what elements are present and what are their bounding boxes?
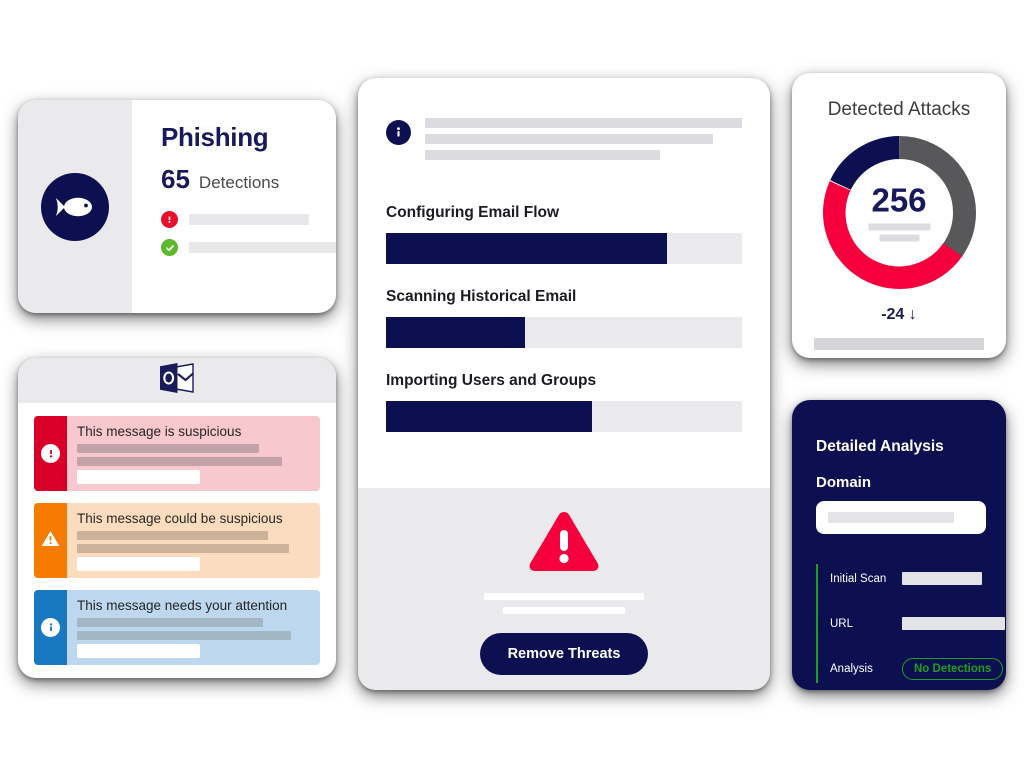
message-content: This message needs your attention	[67, 590, 320, 665]
setup-progress-panel: Configuring Email Flow Scanning Historic…	[358, 78, 770, 690]
analysis-row: Initial Scan	[830, 564, 1006, 593]
info-notice	[386, 116, 742, 166]
domain-input[interactable]	[816, 501, 986, 534]
detected-attacks-card: Detected Attacks 256 -24 ↓	[792, 73, 1006, 358]
analysis-rows: Initial Scan URL Analysis No Detections	[816, 564, 1006, 683]
domain-label: Domain	[816, 474, 872, 491]
progress-label: Configuring Email Flow	[386, 204, 560, 221]
detection-count-row: 65 Detections	[161, 164, 336, 195]
message-placeholder-line	[77, 544, 290, 553]
progress-fill	[386, 401, 593, 432]
info-badge-icon	[386, 120, 411, 145]
progress-label: Scanning Historical Email	[386, 288, 577, 305]
threat-placeholder-line	[484, 593, 644, 600]
outlook-logo-icon	[160, 363, 194, 398]
analysis-row-label: Analysis	[830, 662, 873, 675]
phishing-stat-bar	[189, 242, 336, 253]
message-action-button[interactable]	[77, 470, 201, 484]
phishing-summary-card: Phishing 65 Detections	[18, 100, 336, 313]
donut-placeholder-line	[868, 223, 930, 231]
message-title: This message needs your attention	[77, 598, 288, 613]
message-action-button[interactable]	[77, 557, 201, 571]
analysis-row-value	[902, 572, 982, 585]
phishing-stat-row	[161, 239, 336, 256]
remove-threats-button[interactable]: Remove Threats	[479, 633, 649, 675]
info-placeholder-lines	[425, 116, 742, 166]
domain-input-placeholder	[828, 512, 954, 523]
message-placeholder-line	[77, 531, 269, 540]
analysis-row-label: URL	[830, 617, 854, 630]
message-content: This message could be suspicious	[67, 503, 320, 578]
message-severity-stripe	[34, 416, 67, 491]
warning-triangle-icon	[41, 530, 60, 552]
progress-item: Scanning Historical Email	[386, 288, 742, 348]
phishing-details: Phishing 65 Detections	[132, 100, 336, 313]
phishing-stat-row	[161, 211, 336, 228]
info-placeholder-line	[425, 118, 742, 128]
progress-fill	[386, 317, 525, 348]
warning-triangle-icon	[528, 510, 600, 577]
message-title: This message could be suspicious	[77, 511, 283, 526]
detected-attacks-title: Detected Attacks	[827, 99, 971, 120]
message-content: This message is suspicious	[67, 416, 320, 491]
detection-count-label: Detections	[198, 173, 280, 192]
info-placeholder-line	[425, 150, 660, 160]
message-placeholder-line	[77, 444, 259, 453]
phishing-stat-bar	[189, 214, 309, 225]
donut-placeholder-line	[879, 234, 919, 242]
messages-card-header	[18, 358, 336, 403]
phishing-icon-panel	[18, 100, 132, 313]
analysis-row-label: Initial Scan	[830, 572, 887, 585]
info-placeholder-line	[425, 134, 714, 144]
threat-placeholder-line	[503, 607, 625, 614]
message-severity-stripe	[34, 503, 67, 578]
threat-placeholder-lines	[358, 593, 770, 621]
detected-attacks-value: 256	[871, 181, 927, 219]
outlook-messages-card: This message is suspicious This message …	[18, 358, 336, 678]
progress-item: Importing Users and Groups	[386, 372, 742, 432]
progress-fill	[386, 233, 668, 264]
fish-icon	[41, 172, 109, 241]
setup-progress-content: Configuring Email Flow Scanning Historic…	[358, 78, 770, 432]
no-detections-badge: No Detections	[902, 657, 1004, 680]
message-banner[interactable]: This message could be suspicious	[34, 503, 320, 578]
dashboard-stage: Phishing 65 Detections This message is s…	[0, 0, 1024, 768]
detailed-analysis-card: Detailed Analysis Domain Initial Scan UR…	[792, 400, 1006, 690]
progress-track	[386, 401, 742, 432]
message-title: This message is suspicious	[77, 424, 242, 439]
progress-track	[386, 233, 742, 264]
detected-attacks-donut-chart: 256	[822, 135, 977, 290]
detected-attacks-placeholder-line	[814, 338, 984, 350]
messages-list: This message is suspicious This message …	[18, 403, 336, 665]
analysis-row: Analysis No Detections	[830, 654, 1006, 683]
info-circle-icon	[41, 618, 60, 637]
message-banner[interactable]: This message is suspicious	[34, 416, 320, 491]
page-title: Phishing	[161, 122, 269, 152]
progress-item: Configuring Email Flow	[386, 204, 742, 264]
message-severity-stripe	[34, 590, 67, 665]
analysis-row: URL	[830, 609, 1006, 638]
message-placeholder-line	[77, 631, 292, 640]
alert-circle-icon	[161, 211, 178, 228]
message-placeholder-line	[77, 618, 264, 627]
detected-attacks-delta: -24 ↓	[881, 306, 917, 323]
detailed-analysis-title: Detailed Analysis	[816, 438, 944, 455]
check-circle-icon	[161, 239, 178, 256]
message-action-button[interactable]	[77, 644, 201, 658]
progress-track	[386, 317, 742, 348]
detection-count: 65	[161, 164, 190, 194]
message-banner[interactable]: This message needs your attention	[34, 590, 320, 665]
donut-center: 256	[845, 159, 953, 266]
message-placeholder-line	[77, 457, 283, 466]
exclamation-circle-icon	[41, 444, 60, 463]
analysis-row-value	[902, 617, 1005, 630]
progress-label: Importing Users and Groups	[386, 372, 597, 389]
threat-action-footer: Remove Threats	[358, 488, 770, 690]
